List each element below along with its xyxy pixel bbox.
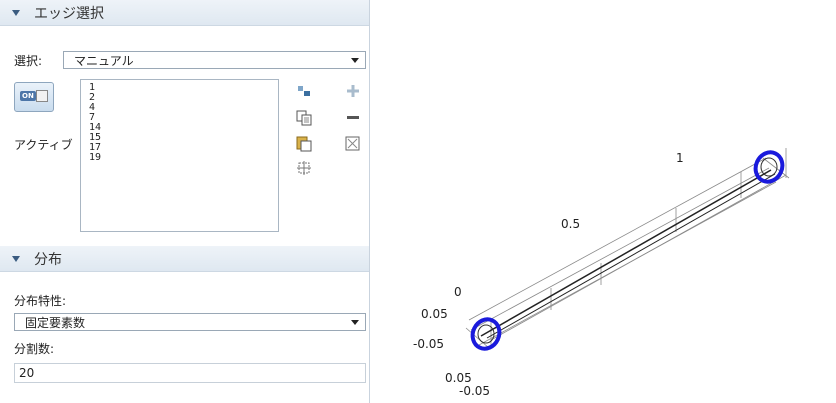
add-to-selection-icon[interactable] (346, 84, 360, 98)
list-item[interactable]: 7 (89, 113, 278, 123)
tick-label-1: 1 (676, 151, 684, 165)
toggle-on-text: ON (20, 91, 36, 101)
geometry-plot[interactable]: 1 0.5 0 0.05 -0.05 0.05 -0.05 (371, 0, 836, 403)
geometry-edge (480, 169, 772, 337)
active-toggle-button[interactable]: ON (14, 82, 54, 112)
zoom-extents-icon[interactable] (296, 160, 312, 176)
list-item[interactable]: 2 (89, 93, 278, 103)
tick-label-y-pos: 0.05 (421, 307, 448, 321)
zoom-to-selection-icon[interactable] (296, 84, 312, 98)
selection-value: マニュアル (74, 53, 134, 68)
distribution-property-combo[interactable]: 固定要素数 (14, 313, 366, 331)
dropdown-arrow-icon (351, 58, 359, 63)
edge-selection-title: エッジ選択 (34, 5, 104, 22)
graphics-viewport[interactable]: 1 0.5 0 0.05 -0.05 0.05 -0.05 (371, 0, 836, 403)
distribution-property-value: 固定要素数 (25, 315, 86, 330)
bounding-box-lines (465, 148, 790, 349)
clear-selection-icon[interactable] (345, 136, 361, 152)
active-label: アクティブ (14, 138, 73, 152)
num-elements-input[interactable]: 20 (14, 363, 366, 383)
tick-label-x-pos: 0.05 (445, 371, 472, 385)
distribution-property-label: 分布特性: (14, 294, 67, 308)
list-item[interactable]: 17 (89, 143, 278, 153)
list-item[interactable]: 19 (89, 153, 278, 163)
paste-selection-icon[interactable] (296, 134, 312, 152)
tick-label-x-neg: -0.05 (459, 384, 490, 398)
remove-from-selection-icon[interactable] (346, 114, 360, 122)
edge-selection-header[interactable]: エッジ選択 (0, 0, 369, 26)
settings-panel: エッジ選択 選択: マニュアル ON アクティブ 1 2 4 7 14 15 1… (0, 0, 370, 403)
collapse-caret-icon[interactable] (12, 255, 20, 262)
list-item[interactable]: 14 (89, 123, 278, 133)
tick-label-0-5: 0.5 (561, 217, 580, 231)
copy-selection-icon[interactable] (296, 110, 312, 126)
edge-selection-list[interactable]: 1 2 4 7 14 15 17 19 (80, 79, 279, 232)
selection-label: 選択: (14, 54, 43, 68)
list-item[interactable]: 4 (89, 103, 278, 113)
tick-label-0: 0 (454, 285, 462, 299)
collapse-caret-icon[interactable] (12, 9, 20, 16)
distribution-header[interactable]: 分布 (0, 246, 369, 272)
selection-combo[interactable]: マニュアル (63, 51, 366, 69)
geometry-edge (486, 173, 776, 339)
dropdown-arrow-icon (351, 320, 359, 325)
list-item[interactable]: 1 (89, 83, 278, 93)
distribution-title: 分布 (34, 251, 62, 268)
list-item[interactable]: 15 (89, 133, 278, 143)
toggle-knob (36, 90, 48, 102)
num-elements-label: 分割数: (14, 342, 55, 356)
edge-ring-right[interactable] (751, 148, 787, 186)
tick-label-y-neg: -0.05 (413, 337, 444, 351)
